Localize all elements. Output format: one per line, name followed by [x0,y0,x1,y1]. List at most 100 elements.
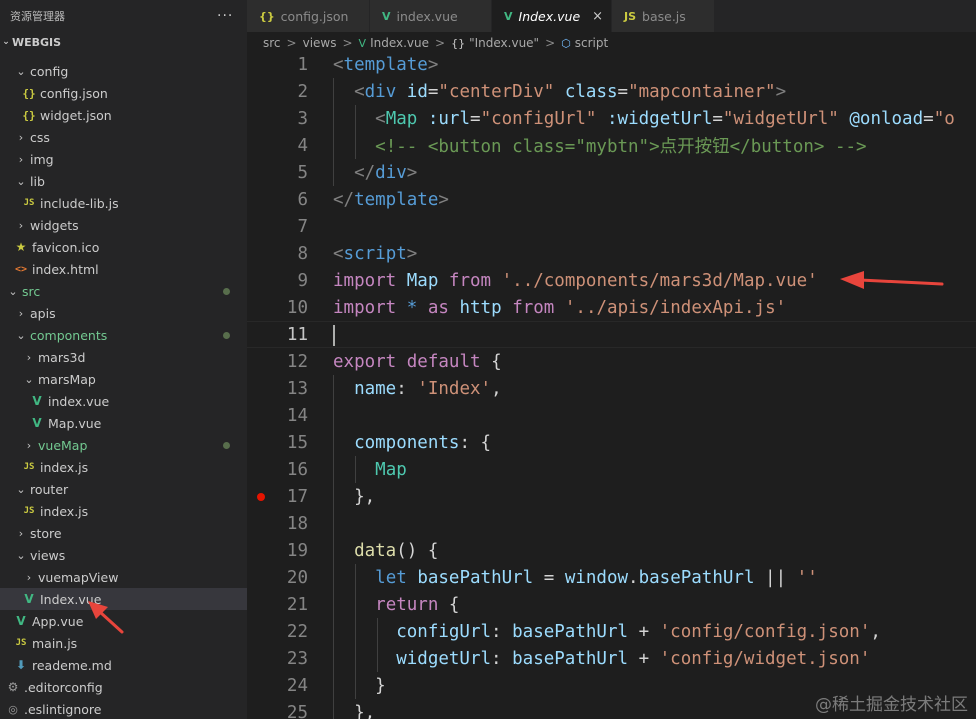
tree-folder[interactable]: ⌄ config [0,60,247,82]
vue-file-icon: V [16,614,26,628]
code-token: Map [406,270,439,291]
code-line[interactable]: 13 name: 'Index', [247,375,976,402]
tree-item-label: components [30,327,108,343]
tree-file[interactable]: JS include-lib.js [0,192,247,214]
code-token: :url [427,108,471,129]
tree-folder[interactable]: ⌄ router [0,478,247,500]
tab-index-vue[interactable]: Vindex.vue [370,0,492,32]
code-text: widgetUrl: basePathUrl + 'config/widget.… [333,649,870,669]
more-actions-icon[interactable]: ··· [217,8,247,24]
tree-file[interactable]: {} config.json [0,82,247,104]
code-line[interactable]: 19 data() { [247,537,976,564]
tree-file[interactable]: {} widget.json [0,104,247,126]
tree-file[interactable]: V Map.vue [0,412,247,434]
code-line[interactable]: 15 components: { [247,429,976,456]
tree-folder[interactable]: › widgets [0,214,247,236]
code-text: let basePathUrl = window.basePathUrl || … [333,568,818,588]
tree-file[interactable]: ⚙ .editorconfig [0,676,247,698]
code-line[interactable]: 2 <div id="centerDiv" class="mapcontaine… [247,78,976,105]
code-line[interactable]: 22 configUrl: basePathUrl + 'config/conf… [247,618,976,645]
code-text: }, [333,703,375,719]
code-line[interactable]: 5 </div> [247,159,976,186]
chevron-right-icon: › [18,152,24,166]
tree-file[interactable]: JS index.js [0,456,247,478]
tree-file[interactable]: ⬇ reademe.md [0,654,247,676]
code-text: <div id="centerDiv" class="mapcontainer"… [333,82,786,102]
tree-item-label: index.js [40,459,89,475]
code-line[interactable]: 17 }, [247,483,976,510]
tree-folder[interactable]: › vuemapView [0,566,247,588]
chevron-right-icon: › [18,306,24,320]
tree-folder[interactable]: › apis [0,302,247,324]
code-line[interactable]: 18 [247,510,976,537]
workspace-root[interactable]: ⌄ WEBGIS [0,33,247,51]
tree-file[interactable]: V App.vue [0,610,247,632]
code-text: Map [333,460,407,480]
tree-file[interactable]: V Index.vue [0,588,247,610]
chevron-right-icon: › [18,526,24,540]
code-line[interactable]: 10 import * as http from '../apis/indexAp… [247,294,976,321]
breadcrumb-item[interactable]: "Index.vue" [469,36,539,50]
modified-dot-icon [223,332,230,339]
breakpoint-icon[interactable] [257,493,265,501]
code-token: { [438,594,460,615]
tree-folder[interactable]: › vueMap [0,434,247,456]
close-icon[interactable]: × [592,9,603,24]
tree-folder[interactable]: ⌄ marsMap [0,368,247,390]
code-line[interactable]: 8 <script> [247,240,976,267]
code-line[interactable]: 14 [247,402,976,429]
tree-file[interactable]: Vindex.vue [0,390,247,412]
tree-folder[interactable]: › css [0,126,247,148]
code-line[interactable]: 3 <Map :url="configUrl" :widgetUrl="widg… [247,105,976,132]
tab-base-js[interactable]: JS base.js [612,0,715,32]
code-text: </template> [333,190,449,210]
tree-folder[interactable]: ⌄ src [0,280,247,302]
code-line[interactable]: 12 export default { [247,348,976,375]
tree-item-label: mars3d [38,349,86,365]
tab-config-json[interactable]: {} config.json [247,0,370,32]
code-line[interactable]: 20 let basePathUrl = window.basePathUrl … [247,564,976,591]
breadcrumb-item[interactable]: Index.vue [370,36,429,50]
tree-file[interactable]: <> index.html [0,258,247,280]
code-token: "centerDiv" [438,81,555,102]
tree-file[interactable]: ◎ .eslintignore [0,698,247,719]
tree-item-label: .eslintignore [24,701,102,717]
code-line[interactable]: 4 <!-- <button class="mybtn">点开按钮</butto… [247,132,976,159]
breadcrumb-item[interactable]: views [303,36,337,50]
code-line[interactable]: 21 return { [247,591,976,618]
code-line[interactable]: 16 Map [247,456,976,483]
code-token: script [343,243,407,264]
code-line[interactable]: 9 import Map from '../components/mars3d/M… [247,267,976,294]
code-line[interactable]: 1 <template> [247,54,976,78]
breadcrumb-item[interactable]: script [575,36,608,50]
tree-folder[interactable]: › img [0,148,247,170]
tree-item-label: index.html [32,261,99,277]
tab-label: index.vue [396,8,458,24]
chevron-down-icon: ⌄ [24,372,34,386]
code-editor[interactable]: 25 }, 24 } 23 widgetUrl: basePathUrl + 'co… [247,54,976,719]
code-token: "widgetUrl" [722,108,839,129]
code-line[interactable]: 11 [247,321,976,348]
tree-folder[interactable]: ⌄ lib [0,170,247,192]
tree-item-label: index.js [40,503,89,519]
tab-index-vue[interactable]: V Index.vue × [492,0,612,32]
tree-folder[interactable]: › mars3d [0,346,247,368]
breadcrumb-item[interactable]: src [263,36,281,50]
line-number: 16 [286,459,308,480]
tree-folder[interactable]: › store [0,522,247,544]
code-line[interactable]: 23 widgetUrl: basePathUrl + 'config/widg… [247,645,976,672]
tree-file[interactable]: JS index.js [0,500,247,522]
line-number: 6 [297,189,308,210]
code-line[interactable]: 7 [247,213,976,240]
tree-folder[interactable]: ⌄ components [0,324,247,346]
tree-file[interactable]: JS main.js [0,632,247,654]
chevron-right-icon: › [26,570,32,584]
code-line[interactable]: 6 </template> [247,186,976,213]
tree-file[interactable]: ★ favicon.ico [0,236,247,258]
tree-folder[interactable]: ⌄ views [0,544,247,566]
